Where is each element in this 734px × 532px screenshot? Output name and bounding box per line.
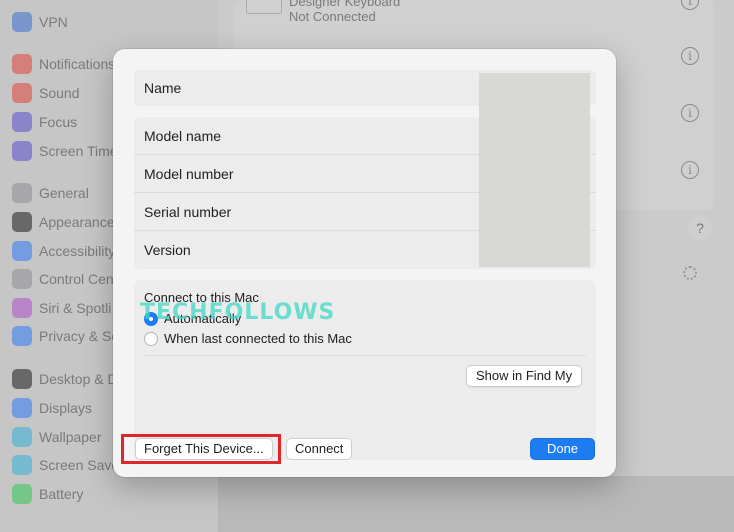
device-status: Not Connected	[289, 9, 376, 24]
bottom-strip	[218, 476, 734, 532]
sidebar-item[interactable]: Desktop & D	[12, 368, 118, 390]
sidebar-item[interactable]: Accessibility	[12, 240, 115, 262]
sidebar-item[interactable]: VPN	[12, 11, 68, 33]
sidebar-item-icon	[12, 83, 32, 103]
keyboard-icon	[246, 0, 282, 14]
info-icon[interactable]: i	[681, 47, 699, 65]
sidebar-item-icon	[12, 183, 32, 203]
sidebar-item-icon	[12, 298, 32, 318]
redacted-values-panel	[479, 73, 590, 267]
sidebar-item-label: Control Cen	[39, 271, 114, 287]
sidebar-item-label: General	[39, 185, 89, 201]
sidebar-item-label: Battery	[39, 486, 84, 502]
info-icon[interactable]: i	[681, 104, 699, 122]
sidebar-item[interactable]: Screen Time	[12, 140, 118, 162]
sidebar-item[interactable]: General	[12, 182, 89, 204]
loading-spinner-icon	[683, 266, 697, 280]
info-icon[interactable]: i	[681, 161, 699, 179]
option-last-connected[interactable]: When last connected to this Mac	[144, 331, 352, 346]
sidebar-item[interactable]: Notifications	[12, 53, 115, 75]
sidebar-item-icon	[12, 398, 32, 418]
sidebar-item[interactable]: Focus	[12, 111, 77, 133]
sidebar-item[interactable]: Battery	[12, 483, 83, 505]
sidebar-item-label: Siri & Spotli	[39, 300, 112, 316]
sidebar-item[interactable]: Displays	[12, 397, 92, 419]
sidebar-item-icon	[12, 427, 32, 447]
divider	[144, 355, 586, 356]
sidebar-item[interactable]: Screen Save	[12, 454, 119, 476]
connect-button[interactable]: Connect	[286, 438, 353, 460]
serial-number-label: Serial number	[144, 203, 232, 220]
sidebar-item-label: VPN	[39, 14, 68, 30]
help-button[interactable]: ?	[688, 216, 712, 240]
sidebar-item-icon	[12, 455, 32, 475]
sidebar-item-icon	[12, 212, 32, 232]
sidebar-item-label: Focus	[39, 114, 78, 130]
sidebar-item-icon	[12, 54, 32, 74]
option-last-connected-label: When last connected to this Mac	[164, 331, 352, 346]
watermark: TECHFOLLOWS	[140, 300, 336, 325]
sidebar-item[interactable]: Sound	[12, 82, 79, 104]
sidebar-item[interactable]: Privacy & Se	[12, 325, 119, 347]
done-button[interactable]: Done	[530, 438, 595, 460]
version-label: Version	[144, 242, 191, 258]
sidebar-item-icon	[12, 141, 32, 161]
sidebar-item-label: Sound	[39, 85, 80, 101]
sidebar-item-icon	[12, 484, 32, 504]
radio-unselected-icon[interactable]	[144, 331, 158, 346]
device-name: Designer Keyboard	[289, 0, 401, 9]
sidebar-item-label: Privacy & Se	[39, 328, 120, 344]
sidebar-item-label: Wallpaper	[39, 429, 102, 445]
device-info-sheet: Name Model name Model number Serial numb…	[113, 49, 616, 477]
name-label: Name	[144, 80, 182, 96]
sidebar-item-label: Displays	[39, 400, 92, 416]
sidebar-item-label: Accessibility	[39, 243, 116, 259]
sidebar-item-label: Desktop & D	[39, 371, 118, 387]
sidebar-item[interactable]: Control Cen	[12, 268, 114, 290]
sidebar-item-label: Screen Time	[39, 143, 118, 159]
sidebar-item-icon	[12, 12, 32, 32]
sidebar-item-label: Appearance	[39, 214, 115, 230]
sidebar-item-icon	[12, 269, 32, 289]
show-in-find-my-button[interactable]: Show in Find My	[466, 365, 583, 387]
sidebar-item[interactable]: Appearance	[12, 211, 115, 233]
sidebar-item-icon	[12, 112, 32, 132]
sidebar-item-label: Notifications	[39, 56, 116, 72]
sidebar-item-label: Screen Save	[39, 457, 120, 473]
highlight-box	[121, 434, 281, 464]
sidebar-item[interactable]: Siri & Spotli	[12, 297, 111, 319]
sidebar-item-icon	[12, 326, 32, 346]
model-number-label: Model number	[144, 165, 234, 182]
sidebar-item-icon	[12, 241, 32, 261]
sidebar-item[interactable]: Wallpaper	[12, 426, 102, 448]
model-name-label: Model name	[144, 127, 222, 144]
sidebar-item-icon	[12, 369, 32, 389]
